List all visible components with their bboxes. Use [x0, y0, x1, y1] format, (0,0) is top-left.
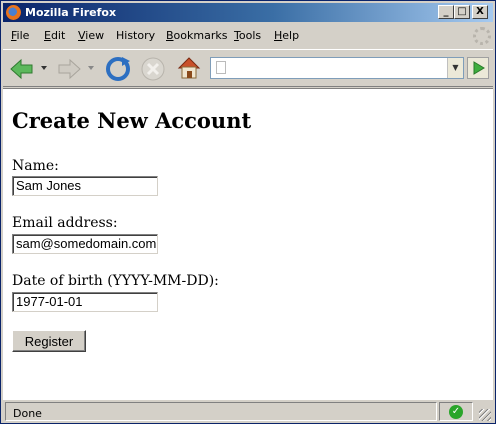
dob-label: Date of birth (YYYY-MM-DD):: [12, 273, 219, 289]
go-arrow-icon: [473, 61, 485, 75]
close-button[interactable]: X: [472, 5, 488, 19]
forward-history-dropdown-icon[interactable]: [87, 64, 95, 72]
menu-history[interactable]: History: [116, 29, 155, 42]
menu-bar: File Edit View History Bookmarks Tools H…: [3, 25, 493, 47]
dob-field[interactable]: 1977-01-01: [12, 292, 158, 312]
page-title: Create New Account: [12, 108, 252, 133]
title-bar[interactable]: Mozilla Firefox _ □ X: [3, 3, 493, 22]
name-label: Name:: [12, 158, 59, 174]
menu-edit[interactable]: Edit: [44, 29, 65, 42]
navigation-toolbar: ▼: [3, 49, 493, 87]
firefox-logo-icon: [6, 5, 21, 20]
go-button[interactable]: [467, 57, 489, 79]
home-icon[interactable]: [176, 55, 202, 81]
register-button[interactable]: Register: [12, 330, 86, 352]
page-icon: [216, 61, 226, 74]
status-text-panel: Done: [5, 402, 437, 421]
window-title: Mozilla Firefox: [25, 6, 117, 19]
url-dropdown-icon[interactable]: ▼: [447, 58, 463, 78]
menu-help[interactable]: Help: [274, 29, 299, 42]
reload-icon[interactable]: [104, 55, 132, 83]
back-arrow-icon[interactable]: [9, 57, 35, 81]
browser-window: Mozilla Firefox _ □ X File Edit View His…: [0, 0, 496, 424]
menu-tools[interactable]: Tools: [234, 29, 261, 42]
forward-arrow-icon[interactable]: [56, 57, 82, 81]
menu-view[interactable]: View: [78, 29, 104, 42]
status-bar: Done: [3, 400, 493, 422]
resize-grip[interactable]: [479, 409, 491, 421]
menu-bookmarks[interactable]: Bookmarks: [166, 29, 227, 42]
minimize-button[interactable]: _: [438, 5, 454, 19]
maximize-button[interactable]: □: [454, 5, 470, 19]
menu-file[interactable]: File: [11, 29, 29, 42]
back-history-dropdown-icon[interactable]: [40, 64, 48, 72]
stop-icon[interactable]: [140, 56, 166, 82]
url-input[interactable]: [231, 60, 441, 76]
name-field[interactable]: Sam Jones: [12, 176, 158, 196]
check-icon[interactable]: ✓: [449, 405, 463, 419]
status-text: Done: [13, 407, 42, 420]
email-field[interactable]: sam@somedomain.com: [12, 234, 158, 254]
email-label: Email address:: [12, 215, 118, 231]
page-content: Create New Account Name: Sam Jones Email…: [3, 88, 493, 400]
url-bar[interactable]: ▼: [210, 57, 464, 79]
throbber-icon: [473, 27, 491, 45]
